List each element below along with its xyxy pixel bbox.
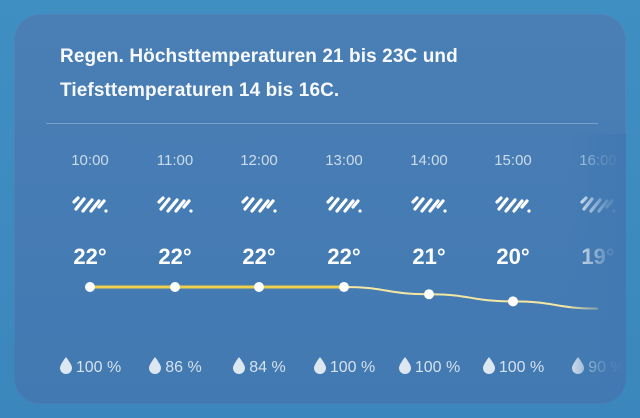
temperature-point bbox=[85, 282, 95, 292]
temperature-point bbox=[339, 282, 349, 292]
temperature-point bbox=[508, 296, 518, 307]
temperature-graph bbox=[85, 282, 599, 310]
temperature-point bbox=[254, 282, 264, 292]
hourly-forecast-card: Regen. Höchsttemperaturen 21 bis 23C und… bbox=[14, 14, 626, 404]
temperature-point bbox=[424, 289, 434, 300]
temperature-point bbox=[170, 282, 180, 292]
temperature-line-segment bbox=[343, 286, 599, 310]
